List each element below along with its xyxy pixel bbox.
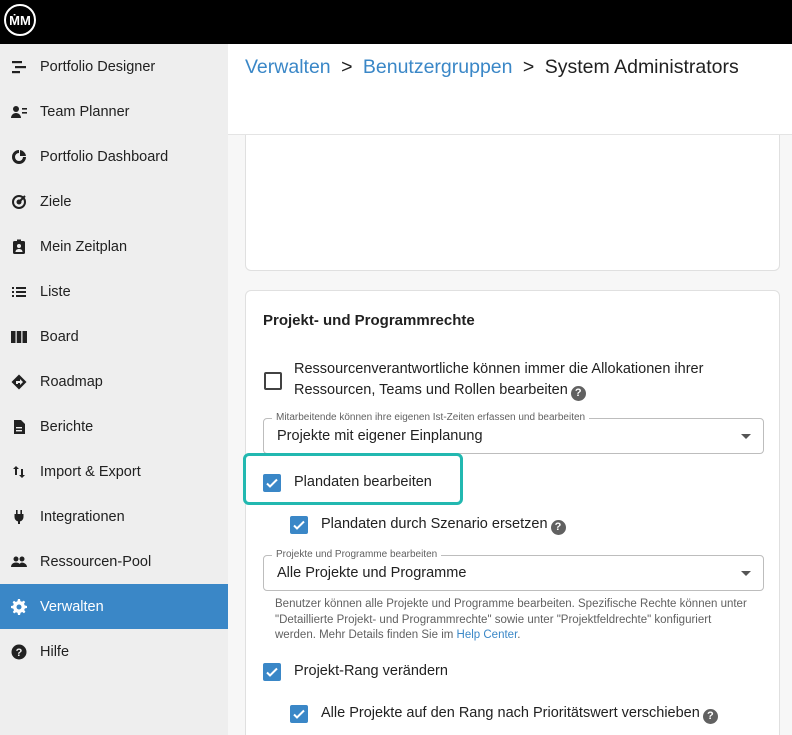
projects-select[interactable]: Projekte und Programme bearbeiten Alle P… (263, 549, 764, 591)
sidebar-item-import-export[interactable]: Import & Export (0, 449, 228, 494)
sidebar-item-ressourcen-pool[interactable]: Ressourcen-Pool (0, 539, 228, 584)
highlight-outline (243, 453, 463, 505)
sidebar-item-label: Import & Export (40, 463, 141, 480)
sidebar-item-portfolio-designer[interactable]: Portfolio Designer (0, 44, 228, 89)
sidebar-item-label: Hilfe (40, 643, 70, 660)
hint-end: . (517, 629, 521, 641)
top-bar: ṀM (0, 0, 792, 44)
resource-managers-label: Ressourcenverantwortliche können immer d… (294, 359, 754, 401)
settings-card-project-rights: Projekt- und Programmrechte Ressourcenve… (245, 290, 780, 735)
target-icon (11, 194, 27, 210)
sidebar-item-berichte[interactable]: Berichte (0, 404, 228, 449)
help-icon[interactable]: ? (702, 709, 718, 724)
actuals-select[interactable]: Mitarbeitende können ihre eigenen Ist-Ze… (263, 412, 764, 454)
page-header: Verwalten > Benutzergruppen > System Adm… (228, 44, 792, 135)
portfolio-designer-icon (11, 59, 27, 75)
projects-select-value: Alle Projekte und Programme (277, 565, 467, 581)
actuals-select-legend: Mitarbeitende können ihre eigenen Ist-Ze… (272, 412, 590, 423)
help-icon[interactable]: ? (550, 520, 566, 535)
sidebar: Portfolio Designer Team Planner Portfoli… (0, 44, 228, 735)
roadmap-icon (11, 374, 27, 390)
plug-icon (11, 509, 27, 525)
breadcrumb-separator: > (522, 56, 535, 78)
sidebar-item-verwalten[interactable]: Verwalten (0, 584, 228, 629)
sidebar-item-label: Integrationen (40, 508, 125, 525)
sidebar-item-label: Roadmap (40, 373, 103, 390)
sidebar-item-label: Board (40, 328, 79, 345)
board-icon (11, 329, 27, 345)
projects-select-legend: Projekte und Programme bearbeiten (272, 549, 442, 560)
page-title: System Administrators (544, 56, 739, 78)
import-export-icon (11, 464, 27, 480)
replace-by-scenario-label: Plandaten durch Szenario ersetzen? (321, 514, 566, 535)
breadcrumb-separator: > (341, 56, 353, 78)
sidebar-item-label: Mein Zeitplan (40, 238, 128, 255)
sidebar-item-team-planner[interactable]: Team Planner (0, 89, 228, 134)
sidebar-item-hilfe[interactable]: ? Hilfe (0, 629, 228, 674)
sidebar-item-integrationen[interactable]: Integrationen (0, 494, 228, 539)
replace-by-scenario-checkbox[interactable] (290, 516, 308, 534)
sidebar-item-label: Ziele (40, 193, 72, 210)
dashboard-icon (11, 148, 27, 165)
sidebar-item-label: Portfolio Designer (40, 58, 156, 75)
move-by-priority-label: Alle Projekte auf den Rang nach Prioritä… (321, 703, 718, 724)
sidebar-item-label: Portfolio Dashboard (40, 148, 169, 165)
change-rank-label: Projekt-Rang verändern (294, 663, 448, 679)
gear-icon (11, 598, 27, 615)
sidebar-item-liste[interactable]: Liste (0, 269, 228, 314)
schedule-icon (11, 239, 27, 255)
move-by-priority-text: Alle Projekte auf den Rang nach Prioritä… (321, 705, 700, 721)
sidebar-item-label: Team Planner (40, 103, 130, 120)
actuals-select-value: Projekte mit eigener Einplanung (277, 428, 483, 444)
resource-managers-checkbox[interactable] (264, 372, 282, 390)
chevron-down-icon (741, 434, 751, 439)
sidebar-item-mein-zeitplan[interactable]: Mein Zeitplan (0, 224, 228, 269)
main-content[interactable]: Projekt- und Programmrechte Ressourcenve… (228, 135, 792, 735)
resource-managers-label-line1: Ressourcenverantwortliche können immer d… (294, 361, 704, 377)
chevron-down-icon (741, 571, 751, 576)
sidebar-item-portfolio-dashboard[interactable]: Portfolio Dashboard (0, 134, 228, 179)
settings-card-previous (245, 135, 780, 271)
people-icon (11, 554, 27, 570)
svg-text:?: ? (16, 647, 23, 659)
sidebar-item-label: Liste (40, 283, 71, 300)
sidebar-item-ziele[interactable]: Ziele (0, 179, 228, 224)
help-center-link[interactable]: Help Center (457, 629, 518, 641)
sidebar-item-label: Verwalten (40, 598, 104, 615)
sidebar-item-label: Ressourcen-Pool (40, 553, 152, 570)
sidebar-item-board[interactable]: Board (0, 314, 228, 359)
projects-hint-text: Benutzer können alle Projekte und Progra… (275, 597, 755, 644)
report-icon (11, 419, 27, 435)
team-planner-icon (11, 104, 27, 120)
list-icon (11, 284, 27, 300)
help-icon[interactable]: ? (570, 386, 586, 401)
app-logo[interactable]: ṀM (4, 4, 36, 36)
section-title: Projekt- und Programmrechte (263, 312, 475, 329)
sidebar-item-roadmap[interactable]: Roadmap (0, 359, 228, 404)
breadcrumb-link-verwalten[interactable]: Verwalten (245, 56, 331, 78)
resource-managers-label-line2: Ressourcen, Teams und Rollen bearbeiten (294, 382, 568, 398)
help-icon: ? (11, 644, 27, 660)
breadcrumb: Verwalten > Benutzergruppen > System Adm… (245, 56, 739, 79)
sidebar-item-label: Berichte (40, 418, 94, 435)
move-by-priority-checkbox[interactable] (290, 705, 308, 723)
change-rank-checkbox[interactable] (263, 663, 281, 681)
breadcrumb-link-benutzergruppen[interactable]: Benutzergruppen (363, 56, 513, 78)
replace-by-scenario-text: Plandaten durch Szenario ersetzen (321, 516, 548, 532)
